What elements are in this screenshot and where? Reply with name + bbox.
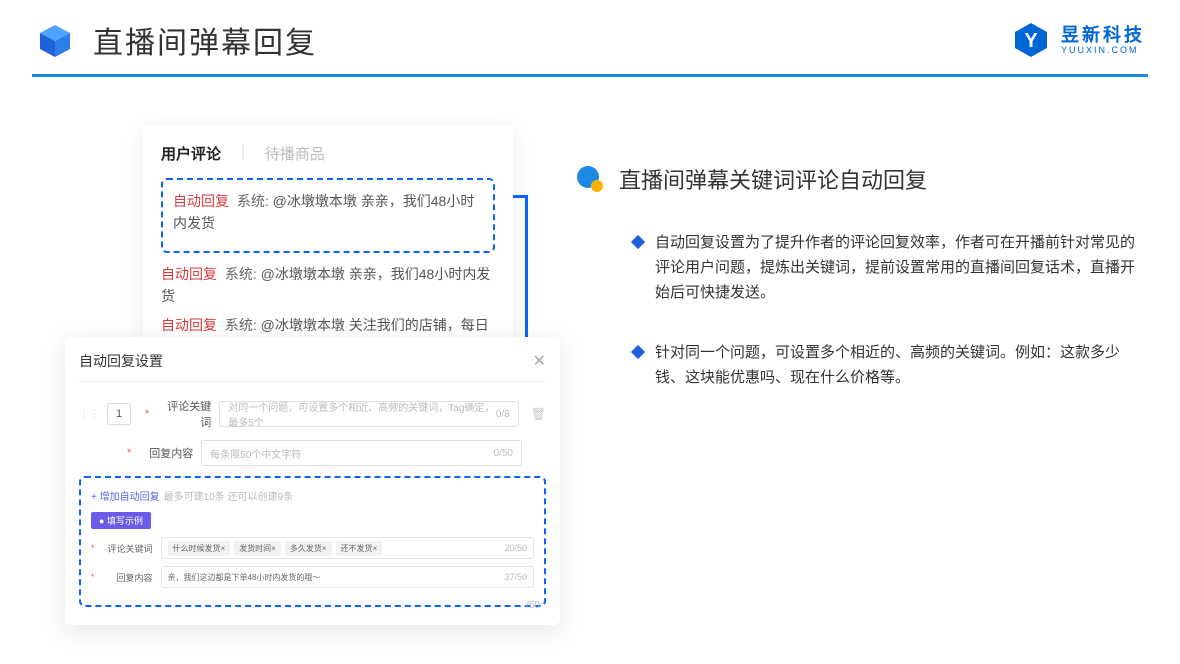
bullet-item: 针对同一个问题，可设置多个相近的、高频的关键词。例如：这款多少钱、这块能优惠吗、…: [575, 341, 1145, 391]
example-content-value: 亲，我们这边都是下单48小时内发货的哦～ 37/50: [161, 566, 534, 588]
content-label: 回复内容: [139, 445, 193, 461]
brand-logo: Y 昱新科技 YUUXIN.COM: [1011, 20, 1145, 60]
comment-row: 自动回复 系统: @冰墩墩本墩 亲亲，我们48小时内发货: [161, 263, 495, 308]
bullet-item: 自动回复设置为了提升作者的评论回复效率，作者可在开播前针对常见的评论用户问题，提…: [575, 231, 1145, 305]
auto-reply-badge: 自动回复: [173, 193, 229, 209]
index-number: 1: [107, 403, 131, 425]
content-input[interactable]: 每条限50个中文字符 0/50: [201, 440, 522, 466]
page-header: 直播间弹幕回复 Y 昱新科技 YUUXIN.COM: [0, 0, 1180, 62]
cube-icon: [35, 20, 75, 60]
diamond-icon: [631, 345, 645, 359]
tab-user-comments[interactable]: 用户评论: [161, 143, 221, 164]
tab-pending-products[interactable]: 待播商品: [265, 143, 325, 164]
bubble-icon: [575, 164, 605, 194]
delete-icon[interactable]: 🗑: [531, 407, 546, 421]
comment-row: 自动回复 系统: @冰墩墩本墩 亲亲，我们48小时内发货: [173, 190, 483, 235]
settings-title: 自动回复设置: [79, 351, 163, 371]
auto-reply-settings-card: 自动回复设置 ✕ ⋮⋮ 1 * 评论关键词 对同一个问题，可设置多个相近、高频的…: [65, 337, 560, 625]
diamond-icon: [631, 235, 645, 249]
example-block: + 增加自动回复 最多可建10条 还可以创建9条 ● 填写示例 * 评论关键词 …: [79, 476, 546, 607]
brand-name-cn: 昱新科技: [1061, 26, 1145, 44]
drag-handle-icon[interactable]: ⋮⋮: [79, 409, 99, 420]
extra-count: /50: [526, 600, 540, 611]
example-chip: ● 填写示例: [91, 512, 151, 529]
keyword-label: 评论关键词: [157, 398, 211, 430]
add-auto-reply-link[interactable]: + 增加自动回复 最多可建10条 还可以创建9条: [91, 488, 534, 503]
highlighted-comment: 自动回复 系统: @冰墩墩本墩 亲亲，我们48小时内发货: [161, 178, 495, 253]
page-title: 直播间弹幕回复: [93, 18, 317, 62]
svg-text:Y: Y: [1024, 30, 1038, 52]
close-icon[interactable]: ✕: [533, 351, 546, 371]
keyword-input[interactable]: 对同一个问题，可设置多个相近、高频的关键词，Tag确定，最多5个 0/8: [219, 401, 518, 427]
section-title: 直播间弹幕关键词评论自动回复: [619, 163, 927, 195]
brand-name-en: YUUXIN.COM: [1061, 46, 1145, 55]
connector-line: [513, 195, 527, 198]
example-keyword-tags: 什么时候发货× 发货时间× 多久发货× 还不发货× 20/50: [161, 537, 534, 559]
